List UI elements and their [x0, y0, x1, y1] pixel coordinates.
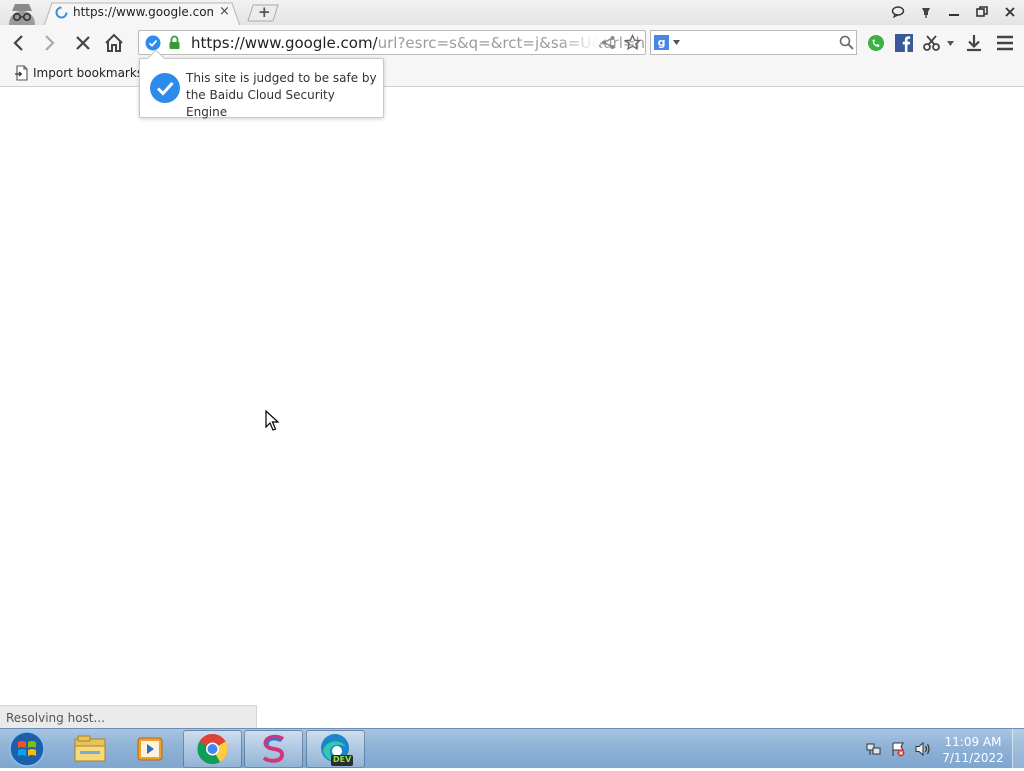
back-button[interactable]	[8, 32, 30, 54]
import-bookmarks-label: Import bookmarks	[33, 66, 144, 80]
stop-button[interactable]	[72, 32, 94, 54]
home-button[interactable]	[103, 32, 125, 54]
status-bubble: Resolving host...	[0, 705, 257, 728]
chrome-icon	[197, 733, 228, 765]
volume-icon[interactable]	[914, 741, 932, 757]
pin-icon[interactable]	[916, 3, 936, 21]
status-text: Resolving host...	[6, 711, 105, 725]
chrome-taskbar-button[interactable]	[183, 730, 242, 768]
scissors-icon[interactable]	[922, 33, 942, 53]
s-browser-taskbar-button[interactable]	[244, 730, 303, 768]
file-explorer-icon	[74, 735, 106, 762]
security-message: This site is judged to be safe by the Ba…	[186, 71, 377, 119]
security-info-popup[interactable]: This site is judged to be safe by the Ba…	[139, 49, 384, 119]
start-orb-icon[interactable]	[5, 730, 49, 768]
chevron-down-icon[interactable]	[673, 40, 680, 45]
tab-close-button[interactable]: ×	[219, 5, 230, 19]
search-engine-box[interactable]: g	[650, 30, 857, 55]
tab-strip: https://www.google.com/ × +	[0, 0, 1024, 26]
download-icon[interactable]	[964, 33, 984, 53]
search-icon[interactable]	[839, 35, 854, 50]
address-bar[interactable]: https://www.google.com/url?esrc=s&q=&rct…	[138, 30, 646, 55]
chevron-down-icon[interactable]	[947, 41, 954, 46]
windows-taskbar: DEV 11:09 AM 7/11/2022	[0, 728, 1024, 769]
star-icon[interactable]	[624, 34, 641, 51]
browser-s-icon	[262, 734, 285, 763]
tab-title: https://www.google.com/	[73, 5, 213, 19]
chat-icon[interactable]	[888, 3, 908, 21]
network-icon[interactable]	[866, 741, 882, 757]
share-icon[interactable]	[601, 35, 616, 50]
window-close-button[interactable]	[1000, 3, 1020, 21]
url-host: https://www.google.com/	[191, 34, 378, 52]
import-bookmarks-button[interactable]: Import bookmarks	[15, 63, 143, 83]
show-desktop-button[interactable]	[1012, 729, 1024, 769]
lock-icon[interactable]	[168, 35, 181, 50]
facebook-icon[interactable]	[894, 33, 914, 53]
safe-check-icon	[150, 73, 180, 103]
edge-dev-badge: DEV	[333, 755, 352, 764]
minimize-button[interactable]	[944, 3, 964, 21]
menu-icon[interactable]	[995, 33, 1015, 53]
google-search-icon[interactable]: g	[654, 35, 669, 50]
import-file-icon	[15, 65, 28, 81]
system-clock[interactable]: 11:09 AM 7/11/2022	[935, 734, 1011, 766]
media-player-button[interactable]	[121, 730, 180, 768]
file-explorer-button[interactable]	[60, 730, 119, 768]
incognito-icon	[9, 4, 35, 25]
security-check-icon[interactable]	[145, 35, 161, 51]
edge-dev-taskbar-button[interactable]: DEV	[306, 730, 365, 768]
loading-spinner-icon	[55, 6, 68, 19]
plus-icon: +	[258, 3, 271, 21]
clock-date: 7/11/2022	[942, 751, 1004, 765]
forward-button[interactable]	[38, 32, 60, 54]
mouse-cursor-icon	[265, 410, 280, 431]
action-center-flag-icon[interactable]	[890, 741, 906, 757]
whatsapp-icon[interactable]	[866, 33, 886, 53]
restore-button[interactable]	[972, 3, 992, 21]
clock-time: 11:09 AM	[944, 735, 1002, 749]
media-player-icon	[137, 737, 163, 761]
